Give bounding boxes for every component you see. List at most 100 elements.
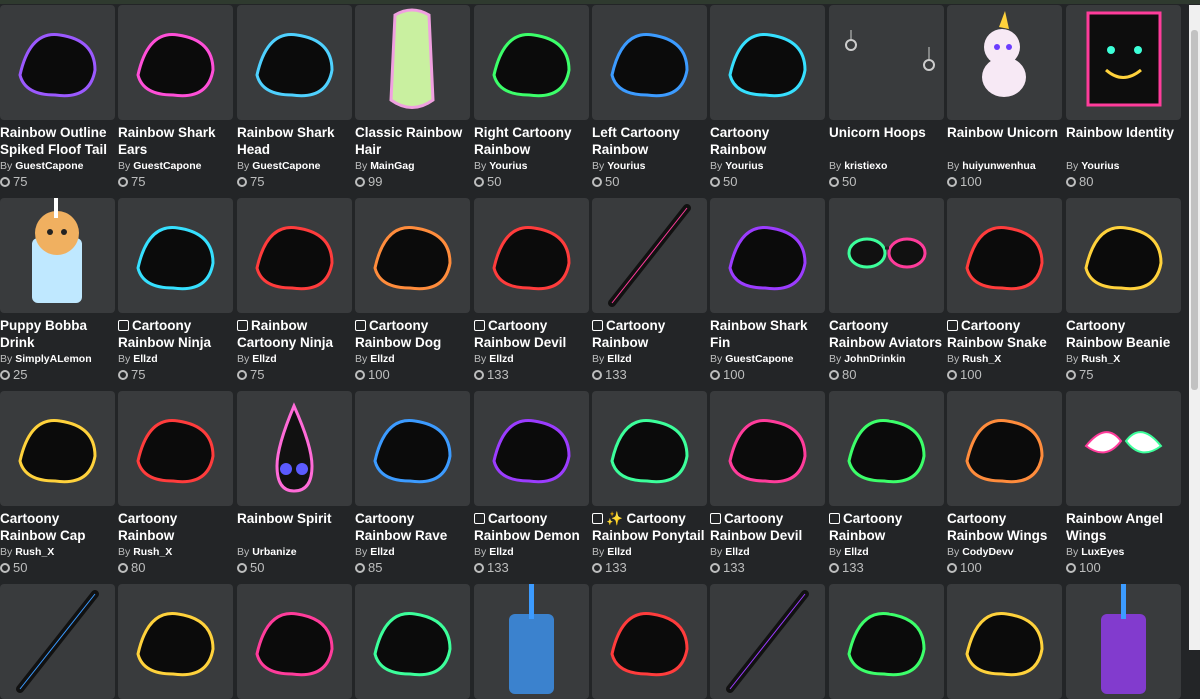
catalog-item-card[interactable]: Cartoony Rainbow By Ellzd 133 xyxy=(592,198,709,383)
item-thumbnail[interactable] xyxy=(0,198,115,313)
item-name[interactable]: Rainbow Angel Wings xyxy=(1066,510,1186,544)
item-thumbnail[interactable] xyxy=(1066,5,1181,120)
creator-link[interactable]: Ellzd xyxy=(252,353,277,365)
creator-link[interactable]: Ellzd xyxy=(489,353,514,365)
catalog-item-card[interactable]: Cartoony Rainbow Wings By CodyDevv 100 xyxy=(947,391,1064,576)
item-name[interactable]: Cartoony Rainbow Beanie xyxy=(1066,317,1186,351)
creator-link[interactable]: huiyunwenhua xyxy=(962,160,1036,172)
creator-link[interactable]: Yourius xyxy=(607,160,645,172)
catalog-item-card[interactable] xyxy=(355,584,472,699)
item-thumbnail[interactable] xyxy=(237,5,352,120)
item-name[interactable]: Rainbow Cartoony Ninja xyxy=(237,317,357,351)
catalog-item-card[interactable]: Right Cartoony Rainbow By Yourius 50 xyxy=(474,5,591,190)
catalog-item-card[interactable]: Rainbow Angel Wings By LuxEyes 100 xyxy=(1066,391,1183,576)
item-thumbnail[interactable] xyxy=(947,391,1062,506)
catalog-item-card[interactable]: Cartoony Rainbow Ninja By Ellzd 75 xyxy=(118,198,235,383)
item-thumbnail[interactable] xyxy=(0,391,115,506)
catalog-item-card[interactable]: Classic Rainbow Hair By MainGag 99 xyxy=(355,5,472,190)
item-thumbnail[interactable] xyxy=(1066,391,1181,506)
creator-link[interactable]: GuestCapone xyxy=(133,160,201,172)
item-thumbnail[interactable] xyxy=(710,584,825,699)
item-thumbnail[interactable] xyxy=(474,198,589,313)
item-name[interactable]: Rainbow Unicorn xyxy=(947,124,1067,158)
item-thumbnail[interactable] xyxy=(592,198,707,313)
creator-link[interactable]: Ellzd xyxy=(370,546,395,558)
catalog-item-card[interactable]: Cartoony Rainbow Dog By Ellzd 100 xyxy=(355,198,472,383)
creator-link[interactable]: Ellzd xyxy=(370,353,395,365)
item-thumbnail[interactable] xyxy=(710,198,825,313)
item-thumbnail[interactable] xyxy=(474,584,589,699)
creator-link[interactable]: Ellzd xyxy=(607,353,632,365)
catalog-item-card[interactable]: Rainbow Shark Ears By GuestCapone 75 xyxy=(118,5,235,190)
item-name[interactable]: Cartoony Rainbow xyxy=(710,124,830,158)
catalog-item-card[interactable]: Cartoony Rainbow Demon By Ellzd 133 xyxy=(474,391,591,576)
item-thumbnail[interactable] xyxy=(592,391,707,506)
item-name[interactable]: Cartoony Rainbow Devil xyxy=(474,317,594,351)
creator-link[interactable]: MainGag xyxy=(370,160,414,172)
catalog-item-card[interactable]: Rainbow Cartoony Ninja By Ellzd 75 xyxy=(237,198,354,383)
item-name[interactable]: Rainbow Shark Fin xyxy=(710,317,830,351)
creator-link[interactable]: Rush_X xyxy=(15,546,54,558)
catalog-item-card[interactable] xyxy=(592,584,709,699)
catalog-item-card[interactable]: Cartoony Rainbow Devil By Ellzd 133 xyxy=(710,391,827,576)
item-thumbnail[interactable] xyxy=(355,5,470,120)
item-thumbnail[interactable] xyxy=(118,198,233,313)
catalog-item-card[interactable]: Rainbow Shark Head By GuestCapone 75 xyxy=(237,5,354,190)
creator-link[interactable]: Ellzd xyxy=(133,353,158,365)
item-thumbnail[interactable] xyxy=(947,584,1062,699)
item-thumbnail[interactable] xyxy=(355,584,470,699)
item-thumbnail[interactable] xyxy=(829,584,944,699)
item-name[interactable]: Cartoony Rainbow xyxy=(829,510,949,544)
item-name[interactable]: Cartoony Rainbow xyxy=(118,510,238,544)
item-name[interactable]: Cartoony Rainbow Wings xyxy=(947,510,1067,544)
creator-link[interactable]: Ellzd xyxy=(489,546,514,558)
item-name[interactable]: Cartoony Rainbow xyxy=(592,317,712,351)
item-thumbnail[interactable] xyxy=(237,584,352,699)
item-name[interactable]: Cartoony Rainbow Devil xyxy=(710,510,830,544)
creator-link[interactable]: GuestCapone xyxy=(725,353,793,365)
item-thumbnail[interactable] xyxy=(829,5,944,120)
item-thumbnail[interactable] xyxy=(355,198,470,313)
item-thumbnail[interactable] xyxy=(592,584,707,699)
item-thumbnail[interactable] xyxy=(355,391,470,506)
catalog-item-card[interactable]: Cartoony Rainbow Aviators By JohnDrinkin 80 xyxy=(829,198,946,383)
catalog-item-card[interactable]: Cartoony Rainbow Cap By Rush_X 50 xyxy=(0,391,117,576)
item-thumbnail[interactable] xyxy=(118,584,233,699)
catalog-item-card[interactable]: Cartoony Rainbow By Yourius 50 xyxy=(710,5,827,190)
catalog-item-card[interactable]: Rainbow Identity By Yourius 80 xyxy=(1066,5,1183,190)
catalog-item-card[interactable]: Cartoony Rainbow Beanie By Rush_X 75 xyxy=(1066,198,1183,383)
catalog-item-card[interactable]: Cartoony Rainbow By Rush_X 80 xyxy=(118,391,235,576)
item-name[interactable]: Cartoony Rainbow Rave xyxy=(355,510,475,544)
item-thumbnail[interactable] xyxy=(118,5,233,120)
catalog-item-card[interactable]: Cartoony Rainbow Devil By Ellzd 133 xyxy=(474,198,591,383)
item-thumbnail[interactable] xyxy=(592,5,707,120)
item-name[interactable]: Left Cartoony Rainbow xyxy=(592,124,712,158)
item-name[interactable]: Right Cartoony Rainbow xyxy=(474,124,594,158)
creator-link[interactable]: SimplyALemon xyxy=(15,353,91,365)
creator-link[interactable]: Yourius xyxy=(725,160,763,172)
catalog-item-card[interactable] xyxy=(829,584,946,699)
catalog-item-card[interactable]: Cartoony Rainbow Snake By Rush_X 100 xyxy=(947,198,1064,383)
item-thumbnail[interactable] xyxy=(237,198,352,313)
item-name[interactable]: Rainbow Identity xyxy=(1066,124,1186,158)
catalog-item-card[interactable]: Rainbow Unicorn By huiyunwenhua 100 xyxy=(947,5,1064,190)
item-name[interactable]: Cartoony Rainbow Ninja xyxy=(118,317,238,351)
item-thumbnail[interactable] xyxy=(710,391,825,506)
catalog-item-card[interactable] xyxy=(0,584,117,699)
catalog-item-card[interactable]: Puppy Bobba Drink By SimplyALemon 25 xyxy=(0,198,117,383)
item-thumbnail[interactable] xyxy=(710,5,825,120)
catalog-item-card[interactable] xyxy=(237,584,354,699)
item-name[interactable]: ✨ Cartoony Rainbow Ponytail xyxy=(592,510,712,544)
item-thumbnail[interactable] xyxy=(1066,584,1181,699)
catalog-item-card[interactable] xyxy=(947,584,1064,699)
item-name[interactable]: Rainbow Shark Head xyxy=(237,124,357,158)
catalog-item-card[interactable] xyxy=(118,584,235,699)
creator-link[interactable]: Ellzd xyxy=(725,546,750,558)
catalog-item-card[interactable]: ✨ Cartoony Rainbow Ponytail By Ellzd 133 xyxy=(592,391,709,576)
item-name[interactable]: Cartoony Rainbow Aviators xyxy=(829,317,949,351)
item-thumbnail[interactable] xyxy=(947,198,1062,313)
item-thumbnail[interactable] xyxy=(829,198,944,313)
catalog-item-card[interactable] xyxy=(474,584,591,699)
item-thumbnail[interactable] xyxy=(0,5,115,120)
creator-link[interactable]: kristiexo xyxy=(844,160,887,172)
